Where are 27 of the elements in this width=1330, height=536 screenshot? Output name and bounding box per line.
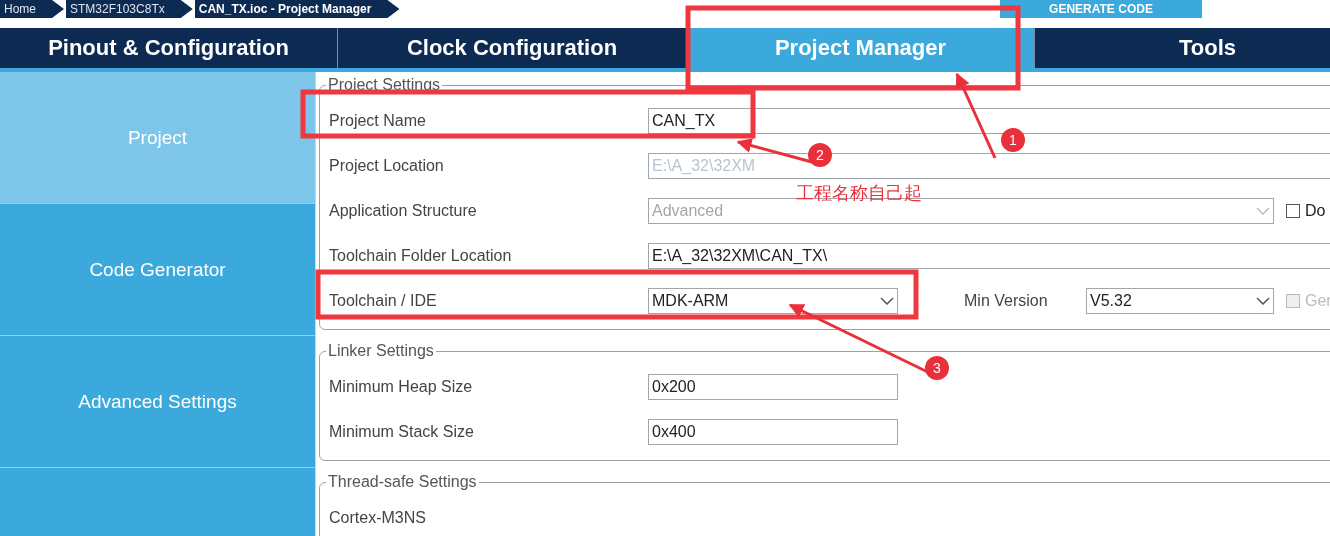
field-label: Toolchain Folder Location bbox=[329, 246, 513, 265]
step-marker: 3 bbox=[925, 356, 949, 380]
field-label: Minimum Heap Size bbox=[329, 377, 474, 396]
field-label: Project Location bbox=[329, 156, 445, 175]
chevron-down-icon bbox=[1256, 206, 1270, 215]
text-field[interactable]: CAN_TX bbox=[648, 107, 1330, 134]
field-label: Toolchain / IDE bbox=[329, 291, 438, 310]
step-marker: 2 bbox=[808, 143, 832, 167]
dropdown[interactable]: MDK-ARM bbox=[648, 287, 898, 314]
field-label: Minimum Stack Size bbox=[329, 422, 475, 441]
step-marker: 1 bbox=[1001, 128, 1025, 152]
field-label: Min Version bbox=[964, 291, 1049, 310]
text-field[interactable]: 0x200 bbox=[648, 373, 898, 400]
dropdown[interactable]: V5.32 bbox=[1086, 287, 1274, 314]
field-label: Application Structure bbox=[329, 201, 478, 220]
text-field[interactable]: E:\A_32\32XM\CAN_TX\ bbox=[648, 242, 1330, 269]
field-label: Project Name bbox=[329, 111, 427, 130]
group-title: Project Settings bbox=[327, 76, 442, 94]
breadcrumb-item[interactable]: Home bbox=[0, 0, 64, 18]
breadcrumb-item[interactable]: CAN_TX.ioc - Project Manager bbox=[194, 0, 400, 18]
chevron-down-icon bbox=[1256, 296, 1270, 305]
group-title: Linker Settings bbox=[327, 342, 435, 360]
breadcrumb-item[interactable]: STM32F103C8Tx bbox=[66, 0, 193, 18]
field-label: Cortex-M3NS bbox=[329, 508, 427, 527]
group-title: Thread-safe Settings bbox=[327, 473, 478, 491]
chevron-down-icon bbox=[880, 296, 894, 305]
text-field[interactable]: 0x400 bbox=[648, 418, 898, 445]
